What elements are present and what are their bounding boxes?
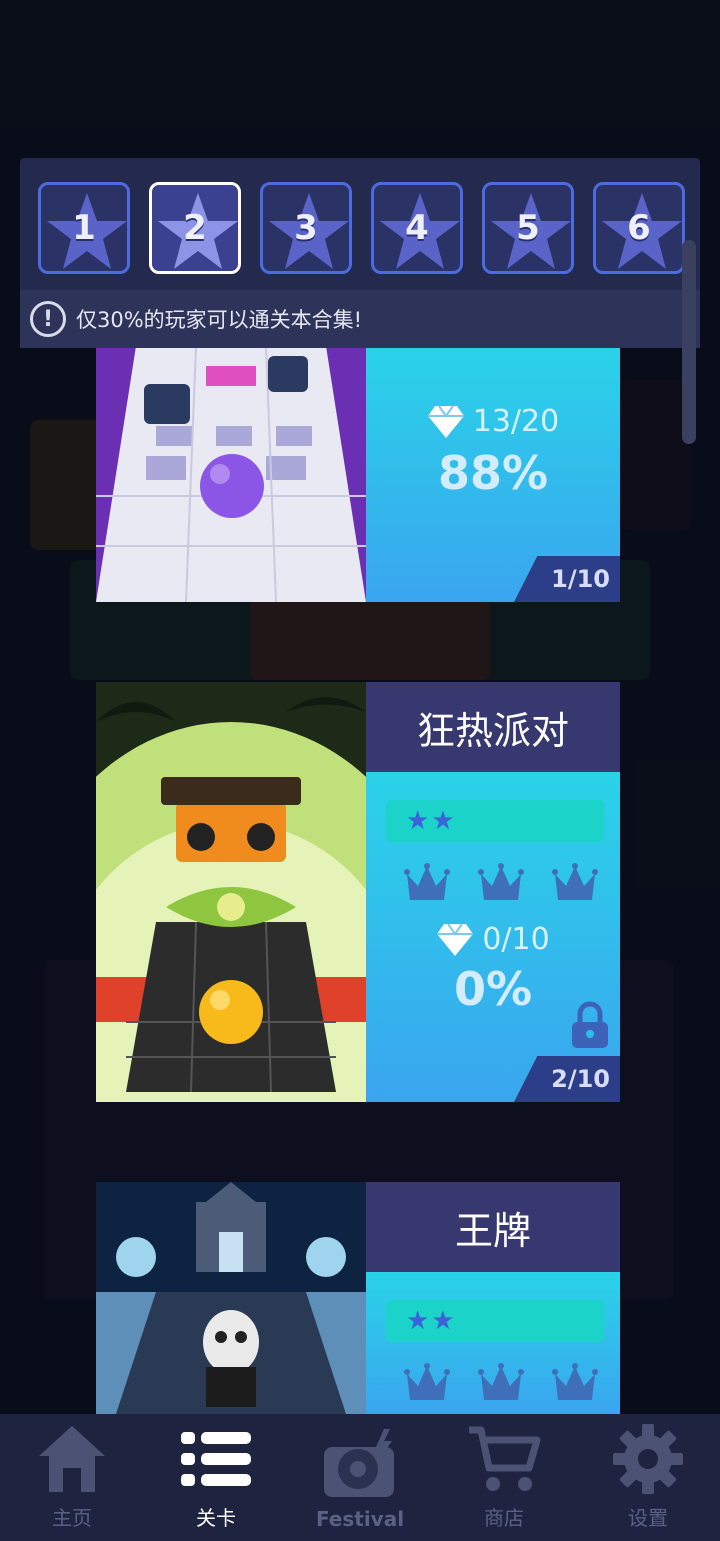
nav-levels[interactable]: 关卡 — [144, 1414, 288, 1541]
crown-icon — [478, 863, 524, 900]
star-rating: ★★ — [386, 1300, 604, 1342]
set-selector-panel: 1 2 3 4 5 6 ! 仅30%的玩家可以通关本合集! — [20, 158, 700, 348]
crown-row — [404, 1362, 598, 1406]
set-tab-6[interactable]: 6 — [593, 182, 685, 274]
lock-icon — [572, 1001, 608, 1048]
crown-icon — [552, 863, 598, 900]
set-number: 6 — [627, 208, 651, 248]
nav-label: 设置 — [628, 1506, 668, 1530]
nav-festival[interactable]: Festival — [288, 1414, 432, 1541]
nav-home[interactable]: 主页 — [0, 1414, 144, 1541]
notice-text: 仅30%的玩家可以通关本合集! — [76, 308, 363, 332]
level-card[interactable]: 13/20 88% 1/10 — [96, 346, 620, 602]
nav-settings[interactable]: 设置 — [576, 1414, 720, 1541]
notice-bar: ! 仅30%的玩家可以通关本合集! — [20, 290, 700, 348]
level-card[interactable]: 狂热派对 ★★ 0/10 0% 2/10 — [96, 682, 620, 1102]
crown-icon — [404, 863, 450, 900]
nav-label: 主页 — [52, 1506, 92, 1530]
bottom-nav: 主页 关卡 Festival 商店 设置 — [0, 1414, 720, 1541]
progress-percent: 88% — [437, 446, 549, 500]
level-art — [96, 346, 366, 602]
crown-icon — [478, 1363, 524, 1400]
gem-count: 0/10 — [482, 921, 550, 957]
scrollbar[interactable] — [682, 240, 696, 444]
level-title: 狂热派对 — [366, 682, 620, 772]
set-tab-2[interactable]: 2 — [149, 182, 241, 274]
crown-icon — [404, 1363, 450, 1400]
set-tab-4[interactable]: 4 — [371, 182, 463, 274]
level-art — [96, 1182, 366, 1414]
page-indicator: 2/10 — [514, 1056, 620, 1102]
nav-label: 商店 — [484, 1506, 524, 1530]
set-number: 2 — [183, 208, 207, 248]
set-number: 3 — [294, 208, 318, 248]
set-number: 4 — [405, 208, 429, 248]
crown-icon — [552, 1363, 598, 1400]
home-icon — [39, 1426, 105, 1492]
nav-label: Festival — [315, 1507, 405, 1531]
gear-icon — [613, 1424, 683, 1494]
gem-count: 13/20 — [472, 403, 560, 439]
level-title: 王牌 — [366, 1182, 620, 1272]
nav-shop[interactable]: 商店 — [432, 1414, 576, 1541]
set-number: 5 — [516, 208, 540, 248]
nav-label: 关卡 — [196, 1506, 236, 1530]
set-tab-3[interactable]: 3 — [260, 182, 352, 274]
set-tabs: 1 2 3 4 5 6 — [38, 182, 685, 274]
crown-row — [404, 862, 598, 906]
diamond-icon — [437, 923, 474, 956]
exclamation-icon: ! — [30, 301, 66, 337]
disc-icon — [324, 1429, 394, 1497]
level-art — [96, 682, 366, 1102]
set-number: 1 — [72, 208, 96, 248]
page-indicator: 1/10 — [514, 556, 620, 602]
set-tab-1[interactable]: 1 — [38, 182, 130, 274]
set-tab-5[interactable]: 5 — [482, 182, 574, 274]
list-icon — [181, 1432, 251, 1486]
star-rating: ★★ — [386, 800, 604, 842]
level-card[interactable]: 王牌 ★★ — [96, 1182, 620, 1414]
cart-icon — [469, 1426, 541, 1491]
diamond-icon — [427, 405, 464, 438]
